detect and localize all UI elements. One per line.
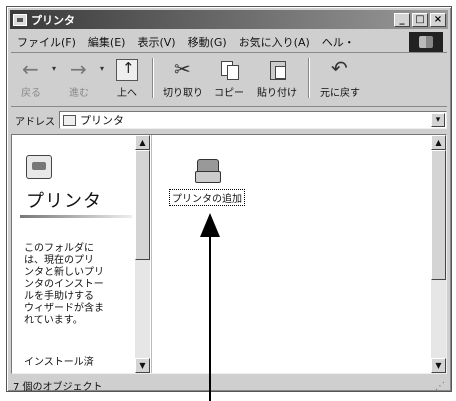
scissors-icon: [172, 57, 194, 81]
paste-label: 貼り付け: [257, 88, 298, 99]
undo-button[interactable]: 元に戻す: [315, 54, 365, 100]
minimize-button[interactable]: _: [394, 12, 410, 27]
cut-label: 切り取り: [163, 88, 204, 99]
item-label: プリンタの追加: [169, 189, 245, 206]
callout-arrow-line: [209, 228, 211, 401]
pane-divider: [20, 215, 132, 218]
up-folder-icon: [116, 59, 139, 81]
back-label: 戻る: [21, 88, 41, 99]
status-text: 7 個のオブジェクト: [13, 381, 103, 393]
forward-label: 進む: [69, 88, 90, 99]
address-label: アドレス: [15, 116, 55, 128]
status-bar: 7 個のオブジェクト ⋰: [11, 377, 447, 393]
add-printer-item[interactable]: プリンタの追加: [162, 157, 252, 206]
folder-icon: [13, 13, 27, 26]
back-button[interactable]: 戻る: [11, 54, 51, 100]
cut-button[interactable]: 切り取り: [159, 54, 207, 100]
clipboard-icon: [266, 59, 288, 81]
toolbar-separator: [308, 58, 311, 98]
windows-flag-icon: [419, 36, 433, 48]
maximize-button[interactable]: □: [412, 12, 428, 27]
close-button[interactable]: ×: [430, 12, 446, 27]
explorer-window: プリンタ _ □ × ファイル(F) 編集(E) 表示(V) 移動(G) お気に…: [6, 6, 452, 393]
copy-label: コピー: [214, 88, 245, 99]
window-title: プリンタ: [31, 13, 75, 27]
forward-dropdown[interactable]: ▾: [99, 54, 107, 73]
forward-arrow-icon: [68, 57, 90, 81]
printers-folder-icon: [63, 114, 76, 126]
pane-more-text: インストール済: [24, 357, 94, 368]
scroll-up-button[interactable]: ▲: [431, 135, 446, 150]
toolbar: 戻る ▾ 進む ▾ 上へ 切り取り コピー 貼り付け 元に戻す: [11, 54, 447, 107]
menu-go[interactable]: 移動(G): [182, 34, 233, 50]
web-view-pane: プリンタ このフォルダに は、現在のプリ ンタと新しいプリ ンタのインストー ル…: [12, 135, 152, 373]
undo-label: 元に戻す: [320, 88, 361, 99]
copy-icon: [218, 59, 240, 81]
pane-description: このフォルダに は、現在のプリ ンタと新しいプリ ンタのインストー ルを手助けす…: [24, 243, 104, 326]
undo-icon: [329, 56, 351, 81]
resize-grip-icon[interactable]: ⋰: [435, 381, 445, 392]
main-scrollbar[interactable]: ▲ ▼: [431, 135, 446, 373]
menu-favorites[interactable]: お気に入り(A): [233, 34, 316, 50]
paste-button[interactable]: 貼り付け: [251, 54, 303, 100]
back-dropdown[interactable]: ▾: [51, 54, 59, 73]
menu-help[interactable]: ヘル・: [316, 34, 361, 50]
menu-view[interactable]: 表示(V): [131, 34, 181, 50]
address-bar: アドレス プリンタ ▾: [11, 109, 447, 131]
title-bar: プリンタ _ □ ×: [10, 10, 448, 29]
forward-button[interactable]: 進む: [59, 54, 99, 100]
windows-logo: [409, 32, 443, 52]
up-label: 上へ: [117, 88, 138, 99]
copy-button[interactable]: コピー: [207, 54, 251, 100]
menu-edit[interactable]: 編集(E): [82, 34, 132, 50]
callout-arrow-head: [200, 213, 220, 237]
scroll-thumb[interactable]: [135, 150, 150, 260]
back-arrow-icon: [20, 57, 42, 81]
scroll-thumb[interactable]: [431, 150, 446, 280]
content-area: プリンタ このフォルダに は、現在のプリ ンタと新しいプリ ンタのインストー ル…: [11, 134, 447, 374]
pane-title: プリンタ: [26, 191, 102, 212]
address-value: プリンタ: [80, 114, 124, 127]
address-dropdown-button[interactable]: ▾: [431, 113, 445, 127]
address-field[interactable]: プリンタ ▾: [59, 111, 447, 129]
scroll-down-button[interactable]: ▼: [431, 358, 446, 373]
add-printer-icon: [193, 157, 221, 185]
pane-scrollbar[interactable]: ▲ ▼: [135, 135, 150, 373]
printer-folder-icon: [26, 155, 52, 179]
scroll-up-button[interactable]: ▲: [135, 135, 150, 150]
up-button[interactable]: 上へ: [107, 54, 147, 100]
scroll-down-button[interactable]: ▼: [135, 358, 150, 373]
menu-bar: ファイル(F) 編集(E) 表示(V) 移動(G) お気に入り(A) ヘル・: [11, 32, 447, 53]
toolbar-separator: [152, 58, 155, 98]
menu-file[interactable]: ファイル(F): [11, 34, 82, 50]
